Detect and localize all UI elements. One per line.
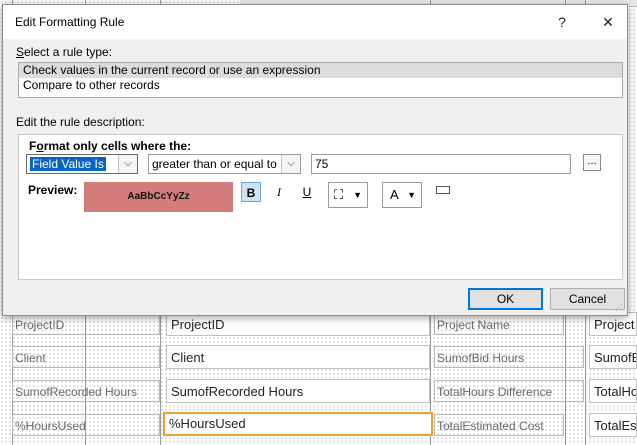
expression-builder-button[interactable]: ...	[583, 154, 601, 171]
chevron-down-icon: ▼	[353, 190, 362, 200]
edit-formatting-rule-dialog: Edit Formatting Rule ? ✕ Select a rule t…	[2, 4, 628, 316]
condition-operator-dropdown[interactable]: greater than or equal to ⌵	[148, 154, 301, 174]
preview-sample: AaBbCcYyZz	[84, 182, 233, 212]
label-totalhours-difference[interactable]: TotalHours Difference	[434, 380, 584, 402]
select-rule-type-label: Select a rule type:	[16, 45, 113, 59]
condition-field-value: Field Value Is	[30, 157, 106, 171]
condition-value-input[interactable]: 75	[311, 154, 571, 174]
underline-button[interactable]: U	[297, 182, 317, 202]
label-totalestimated-cost[interactable]: TotalEstimated Cost	[434, 414, 564, 436]
condition-field-dropdown[interactable]: Field Value Is ⌵	[26, 154, 138, 174]
field-totalhours[interactable]: TotalHo	[589, 379, 637, 403]
italic-button[interactable]: I	[269, 182, 289, 202]
list-item[interactable]: Check values in the current record or us…	[19, 63, 622, 78]
cancel-button[interactable]: Cancel	[550, 288, 625, 310]
field-hoursused[interactable]: %HoursUsed	[163, 412, 433, 436]
font-color-icon: A	[390, 187, 399, 202]
field-sumofrecorded-hours[interactable]: SumofRecorded Hours	[166, 379, 430, 403]
resize-grip-icon[interactable]: ⋰	[615, 303, 625, 313]
format-only-label: Format only cells where the:	[29, 139, 192, 153]
condition-operator-value: greater than or equal to	[152, 157, 277, 171]
label-hoursused[interactable]: %HoursUsed	[12, 414, 160, 436]
label-client[interactable]: Client	[12, 346, 160, 368]
preview-label: Preview:	[28, 183, 78, 197]
label-sumofrecorded-hours[interactable]: SumofRecorded Hours	[12, 380, 160, 402]
close-icon[interactable]: ✕	[591, 10, 625, 34]
font-color-button[interactable]: A ▼	[382, 182, 422, 208]
edit-description-label: Edit the rule description:	[16, 115, 145, 129]
ok-button[interactable]: OK	[468, 288, 543, 310]
list-item[interactable]: Compare to other records	[19, 78, 622, 93]
help-icon[interactable]: ?	[545, 10, 579, 34]
paint-bucket-icon: ⛶	[334, 187, 344, 202]
field-sumofbid[interactable]: SumofBid	[589, 345, 637, 369]
field-client[interactable]: Client	[166, 345, 430, 369]
dialog-title: Edit Formatting Rule	[15, 15, 125, 29]
dialog-titlebar[interactable]: Edit Formatting Rule ? ✕	[3, 5, 627, 39]
chevron-down-icon[interactable]: ⌵	[118, 155, 137, 173]
chevron-down-icon[interactable]: ⌵	[281, 155, 300, 173]
rule-type-list[interactable]: Check values in the current record or us…	[18, 62, 623, 98]
label-project-name[interactable]: Project Name	[434, 313, 564, 335]
fill-color-button[interactable]: ⛶ ▼	[328, 182, 368, 208]
field-totalestimated[interactable]: TotalEs	[589, 413, 637, 437]
enable-data-bar-icon[interactable]	[436, 186, 450, 194]
label-sumofbid-hours[interactable]: SumofBid Hours	[434, 346, 584, 368]
label-projectid[interactable]: ProjectID	[12, 313, 160, 335]
bold-button[interactable]: B	[241, 182, 261, 202]
chevron-down-icon: ▼	[407, 190, 416, 200]
